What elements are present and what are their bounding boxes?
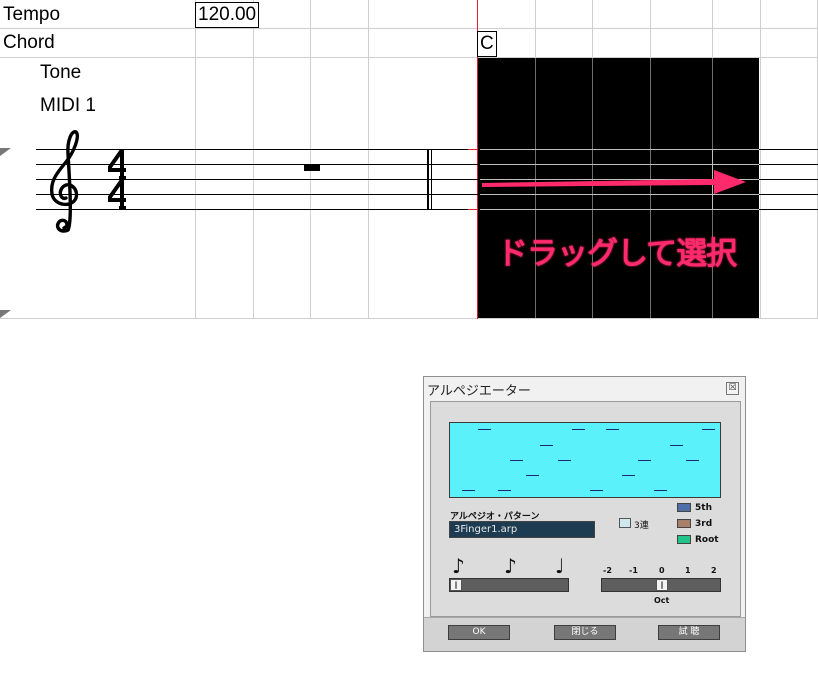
beat-grid-line — [310, 0, 311, 319]
tempo-label: Tempo — [3, 4, 61, 25]
time-signature-icon — [108, 148, 126, 210]
legend-label-5th: 5th — [695, 503, 712, 513]
pattern-note — [572, 429, 585, 430]
octave-tick: -2 — [603, 566, 612, 575]
track-marker-icon[interactable] — [0, 148, 11, 156]
close-button[interactable]: 閉じる — [554, 625, 616, 640]
beat-grid-line — [368, 0, 369, 319]
eighth-note-icon: ♪ — [452, 554, 465, 578]
barline — [427, 149, 429, 210]
pattern-note — [558, 460, 571, 461]
octave-label: Oct — [654, 596, 670, 605]
octave-tick: -1 — [629, 566, 638, 575]
treble-clef-icon — [49, 130, 79, 233]
cursor-tick — [468, 149, 478, 150]
pattern-note — [526, 475, 539, 476]
legend-swatch-5th — [677, 503, 691, 512]
rest-icon[interactable] — [304, 164, 320, 171]
triplet-checkbox[interactable] — [619, 518, 631, 528]
beat-grid-line — [253, 0, 254, 319]
legend-swatch-root — [677, 535, 691, 544]
pattern-note — [686, 460, 699, 461]
dialog-title: アルペジエーター — [427, 384, 531, 399]
pattern-note — [510, 460, 523, 461]
beat-grid-line — [592, 0, 593, 57]
pattern-note — [622, 475, 635, 476]
octave-tick: 2 — [711, 566, 717, 575]
legend-swatch-3rd — [677, 519, 691, 528]
octave-slider[interactable]: ‖ — [601, 578, 721, 592]
staff-line — [480, 164, 759, 165]
barline — [431, 149, 432, 210]
drag-select-callout: ドラッグして選択 — [497, 236, 737, 272]
beat-grid-line — [535, 0, 536, 57]
staff-line — [480, 149, 759, 150]
pattern-note — [478, 429, 491, 430]
pattern-note — [638, 460, 651, 461]
chord-value[interactable]: C — [477, 31, 497, 57]
row-divider — [0, 57, 818, 58]
beat-grid-line — [650, 0, 651, 57]
octave-tick: 0 — [659, 566, 665, 575]
beat-grid-line — [195, 0, 196, 319]
pattern-note — [670, 445, 683, 446]
pattern-note — [606, 429, 619, 430]
pattern-note — [654, 490, 667, 491]
staff-line — [480, 209, 759, 210]
screen: Tempo 120.00 Chord C Tone MIDI 1 ドラッグして選… — [0, 0, 818, 680]
chord-label: Chord — [3, 32, 55, 53]
quarter-note-icon: ♩ — [555, 554, 565, 578]
pattern-note — [462, 490, 475, 491]
eighth-note-icon: ♪ — [504, 554, 517, 578]
dialog-titlebar[interactable]: アルペジエーター ☒ — [424, 377, 745, 401]
track-marker-icon[interactable] — [0, 310, 11, 318]
pattern-note — [702, 429, 715, 430]
preview-button[interactable]: 試 聴 — [658, 625, 720, 640]
pattern-file-field[interactable]: 3Finger1.arp — [449, 521, 595, 538]
legend-label-root: Root — [695, 535, 719, 545]
row-divider — [0, 318, 818, 319]
pattern-note — [540, 445, 553, 446]
octave-slider-thumb[interactable]: ‖ — [656, 579, 668, 591]
row-divider — [0, 28, 818, 29]
rhythm-slider-thumb[interactable]: ‖ — [450, 579, 462, 591]
triplet-label: 3連 — [634, 521, 649, 531]
close-icon[interactable]: ☒ — [726, 382, 739, 395]
octave-tick: 1 — [685, 566, 691, 575]
rhythm-slider[interactable]: ‖ — [449, 578, 569, 592]
beat-grid-line — [712, 0, 713, 57]
cursor-tick — [468, 209, 478, 210]
ok-button[interactable]: OK — [448, 625, 510, 640]
legend-label-3rd: 3rd — [695, 519, 713, 529]
pattern-note — [498, 490, 511, 491]
beat-grid-line — [760, 0, 761, 319]
dialog-footer: OK 閉じる 試 聴 — [424, 617, 745, 651]
drag-arrow-icon — [482, 170, 746, 194]
midi-track-label: MIDI 1 — [40, 95, 96, 116]
tempo-value[interactable]: 120.00 — [195, 2, 260, 28]
tone-label: Tone — [40, 62, 82, 83]
pattern-note — [590, 490, 603, 491]
pattern-display — [449, 422, 721, 498]
